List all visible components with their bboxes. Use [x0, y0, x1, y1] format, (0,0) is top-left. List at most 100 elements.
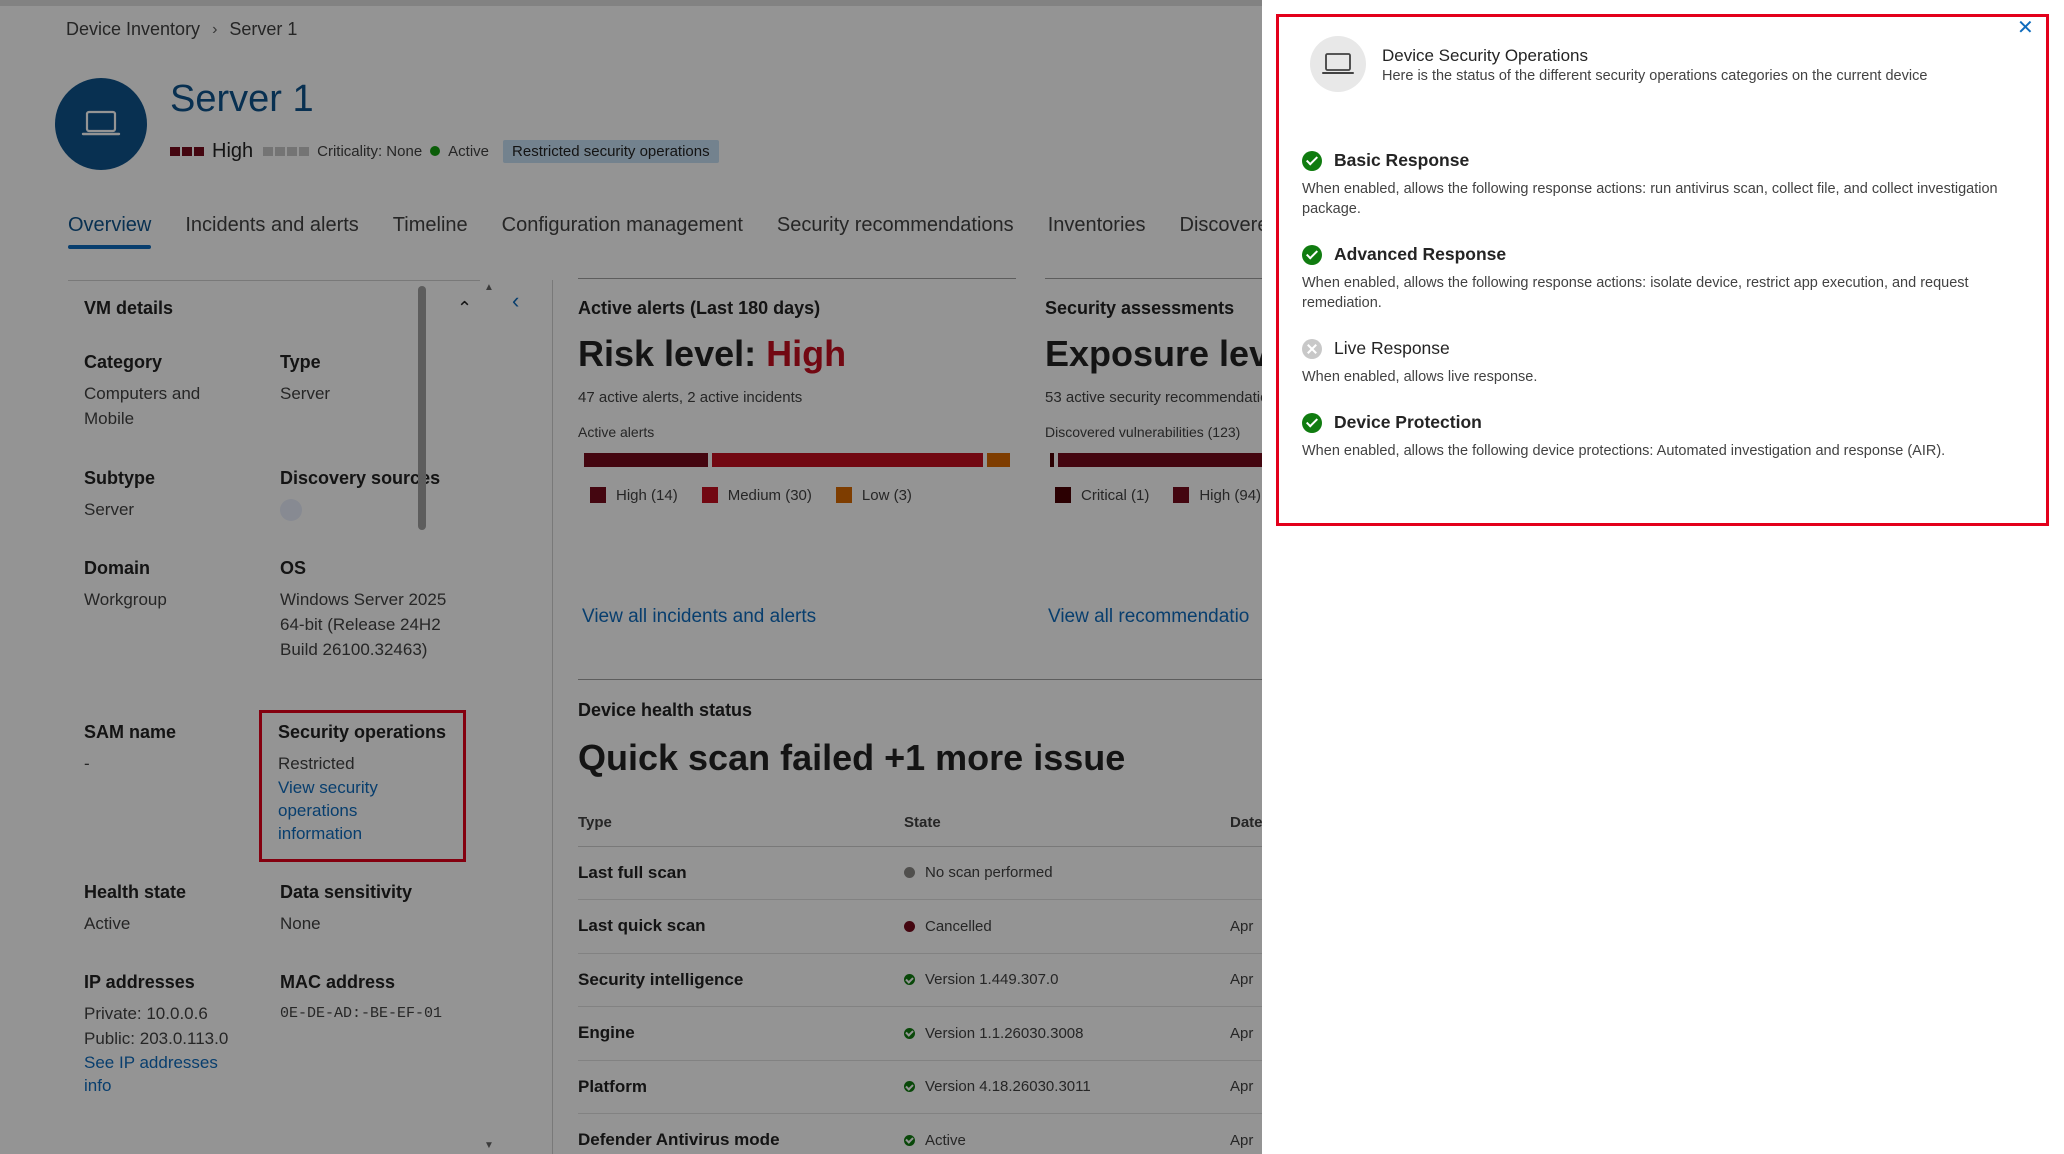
- category-name: Basic Response: [1334, 150, 1470, 170]
- alerts-legend: High (14) Medium (30) Low (3): [590, 487, 912, 504]
- device-tabs: Overview Incidents and alerts Timeline C…: [68, 214, 1268, 249]
- bar-segment: [1050, 453, 1054, 467]
- device-health-title: Device health status: [578, 700, 753, 720]
- type-value: Server: [280, 384, 331, 403]
- status-dot-icon: [904, 867, 915, 879]
- type-field: Type Server: [280, 352, 480, 406]
- health-type: Last quick scan: [578, 899, 904, 954]
- health-state: No scan performed: [904, 846, 1230, 900]
- vm-details-separator: [552, 280, 553, 1154]
- status-dot-icon: [904, 1134, 915, 1146]
- health-state: Version 1.1.26030.3008: [904, 1006, 1230, 1061]
- check-circle-icon: [1302, 412, 1322, 433]
- scroll-down-arrow[interactable]: ▼: [484, 1140, 494, 1151]
- criticality-bars: [263, 146, 310, 156]
- category-header: Advanced Response: [1302, 244, 2032, 265]
- type-label: Type: [280, 352, 321, 372]
- column-state[interactable]: State: [904, 800, 1230, 847]
- table-row: Engine Version 1.1.26030.3008 Apr: [578, 1006, 1268, 1061]
- tab-timeline[interactable]: Timeline: [393, 214, 468, 247]
- vm-details-divider: [68, 280, 480, 281]
- device-security-operations-panel: ✕ Device Security Operations Here is the…: [1262, 0, 2064, 1154]
- exposure-level-heading: Exposure leve: [1045, 333, 1268, 374]
- breadcrumb: Device Inventory › Server 1: [66, 19, 297, 40]
- subtype-label: Subtype: [84, 468, 156, 488]
- legend-high: High (14): [590, 487, 678, 504]
- category-live-response: Live Response When enabled, allows live …: [1302, 338, 2032, 387]
- status-dot-icon: [904, 974, 915, 986]
- restricted-operations-badge[interactable]: Restricted security operations: [503, 139, 719, 163]
- see-ip-addresses-link[interactable]: See IP addresses info: [84, 1051, 234, 1097]
- active-status-dot: [430, 146, 441, 156]
- table-row: Security intelligence Version 1.449.307.0…: [578, 953, 1268, 1007]
- category-header: Live Response: [1302, 338, 2032, 359]
- category-description: When enabled, allows the following devic…: [1302, 443, 1946, 459]
- table-row: Last quick scan Cancelled Apr: [578, 899, 1268, 954]
- category-label: Category: [84, 352, 163, 372]
- ip-public-value: Public: 203.0.113.0: [84, 1029, 229, 1048]
- health-state-label: Health state: [84, 882, 187, 902]
- risk-level-bars: [170, 146, 204, 156]
- chevron-up-icon[interactable]: ⌃: [457, 298, 472, 319]
- data-sensitivity-value: None: [280, 914, 321, 933]
- health-type: Platform: [578, 1060, 904, 1114]
- bar-segment: [712, 453, 983, 467]
- laptop-icon: [81, 110, 121, 136]
- domain-field: Domain Workgroup: [84, 558, 284, 612]
- legend-critical: Critical (1): [1055, 487, 1149, 504]
- scroll-up-arrow[interactable]: ▲: [484, 282, 494, 293]
- view-all-recommendations-link[interactable]: View all recommendatio: [1048, 606, 1249, 628]
- bar-segment: [584, 453, 709, 467]
- subtype-value: Server: [84, 500, 135, 519]
- status-text: Active: [448, 142, 490, 160]
- tab-security-recommendations[interactable]: Security recommendations: [777, 214, 1014, 247]
- criticality-text: Criticality: None: [317, 142, 423, 160]
- security-operations-callout: [259, 710, 466, 862]
- tab-configuration-management[interactable]: Configuration management: [502, 214, 743, 247]
- close-icon[interactable]: ✕: [2017, 15, 2034, 40]
- discovery-sources-label: Discovery sources: [280, 468, 441, 488]
- view-all-incidents-link[interactable]: View all incidents and alerts: [582, 606, 816, 628]
- risk-level-prefix: Risk level:: [578, 333, 767, 374]
- category-field: Category Computers and Mobile: [84, 352, 284, 431]
- chevron-left-icon[interactable]: ‹: [512, 288, 519, 314]
- os-label: OS: [280, 558, 307, 578]
- active-alerts-card: Active alerts (Last 180 days) Risk level…: [578, 298, 846, 440]
- mac-address-label: MAC address: [280, 972, 396, 992]
- status-dot-icon: [904, 920, 915, 932]
- dismiss-circle-icon: [1302, 338, 1322, 359]
- health-state-field: Health state Active: [84, 882, 284, 936]
- risk-level-value: High: [766, 333, 847, 374]
- domain-label: Domain: [84, 558, 151, 578]
- alerts-card-divider: [578, 278, 1016, 279]
- device-health-card: Device health status Quick scan failed +…: [578, 700, 1125, 779]
- column-type[interactable]: Type: [578, 800, 904, 847]
- ip-addresses-label: IP addresses: [84, 972, 195, 992]
- table-row: Platform Version 4.18.26030.3011 Apr: [578, 1060, 1268, 1114]
- bar-segment: [986, 453, 1010, 467]
- vm-details-scrollbar[interactable]: [418, 286, 426, 530]
- security-assessments-card: Security assessments Exposure leve 53 ac…: [1045, 298, 1268, 440]
- tab-incidents-and-alerts[interactable]: Incidents and alerts: [185, 214, 358, 247]
- status-dot-icon: [904, 1081, 915, 1093]
- discovery-source-icon[interactable]: [280, 499, 302, 521]
- category-description: When enabled, allows live response.: [1302, 369, 1538, 385]
- category-device-protection: Device Protection When enabled, allows t…: [1302, 412, 2032, 461]
- risk-level-heading: Risk level: High: [578, 333, 846, 375]
- tab-discovered[interactable]: Discovere: [1180, 214, 1268, 247]
- category-basic-response: Basic Response When enabled, allows the …: [1302, 150, 2032, 219]
- health-state: Cancelled: [904, 899, 1230, 954]
- table-header-row: Type State Date: [578, 800, 1268, 847]
- breadcrumb-device-inventory[interactable]: Device Inventory: [66, 19, 200, 40]
- data-sensitivity-label: Data sensitivity: [280, 882, 413, 902]
- device-health-heading: Quick scan failed +1 more issue: [578, 737, 1126, 778]
- category-advanced-response: Advanced Response When enabled, allows t…: [1302, 244, 2032, 313]
- health-type: Defender Antivirus mode: [578, 1113, 904, 1154]
- tab-inventories[interactable]: Inventories: [1048, 214, 1146, 247]
- panel-subtitle: Here is the status of the different secu…: [1382, 68, 1928, 84]
- tab-overview[interactable]: Overview: [68, 214, 152, 249]
- device-summary-line: High Criticality: None Active Restricted…: [170, 138, 719, 164]
- data-sensitivity-field: Data sensitivity None: [280, 882, 480, 936]
- category-header: Basic Response: [1302, 150, 2032, 171]
- subtype-field: Subtype Server: [84, 468, 284, 522]
